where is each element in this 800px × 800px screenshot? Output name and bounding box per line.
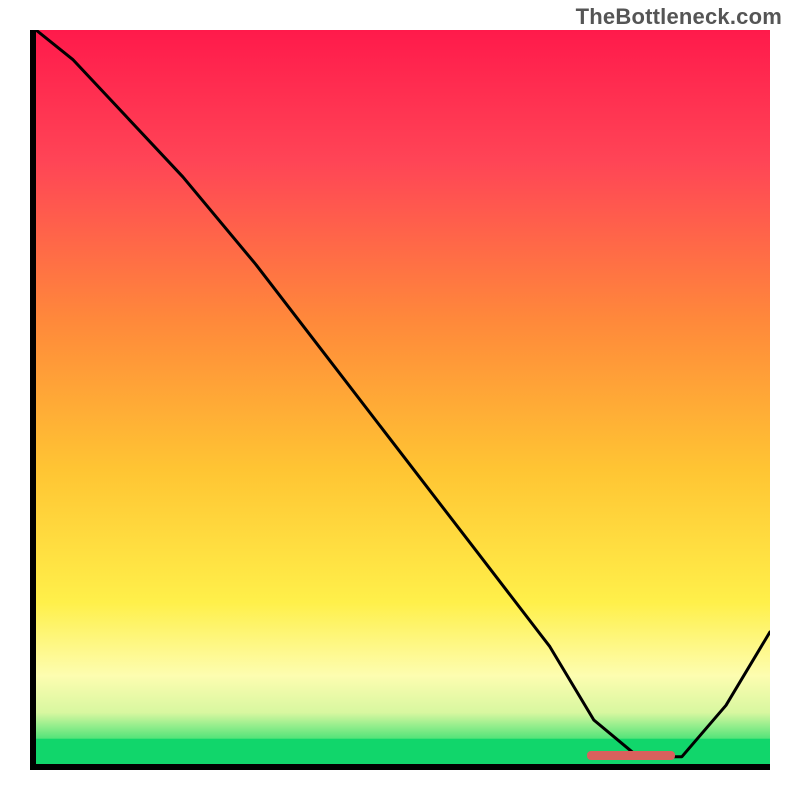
plot-axes (30, 30, 770, 770)
chart-container: TheBottleneck.com (0, 0, 800, 800)
bottleneck-curve (36, 30, 770, 764)
plot-area (36, 30, 770, 764)
optimal-range-marker (587, 751, 675, 760)
watermark-text: TheBottleneck.com (576, 4, 782, 30)
